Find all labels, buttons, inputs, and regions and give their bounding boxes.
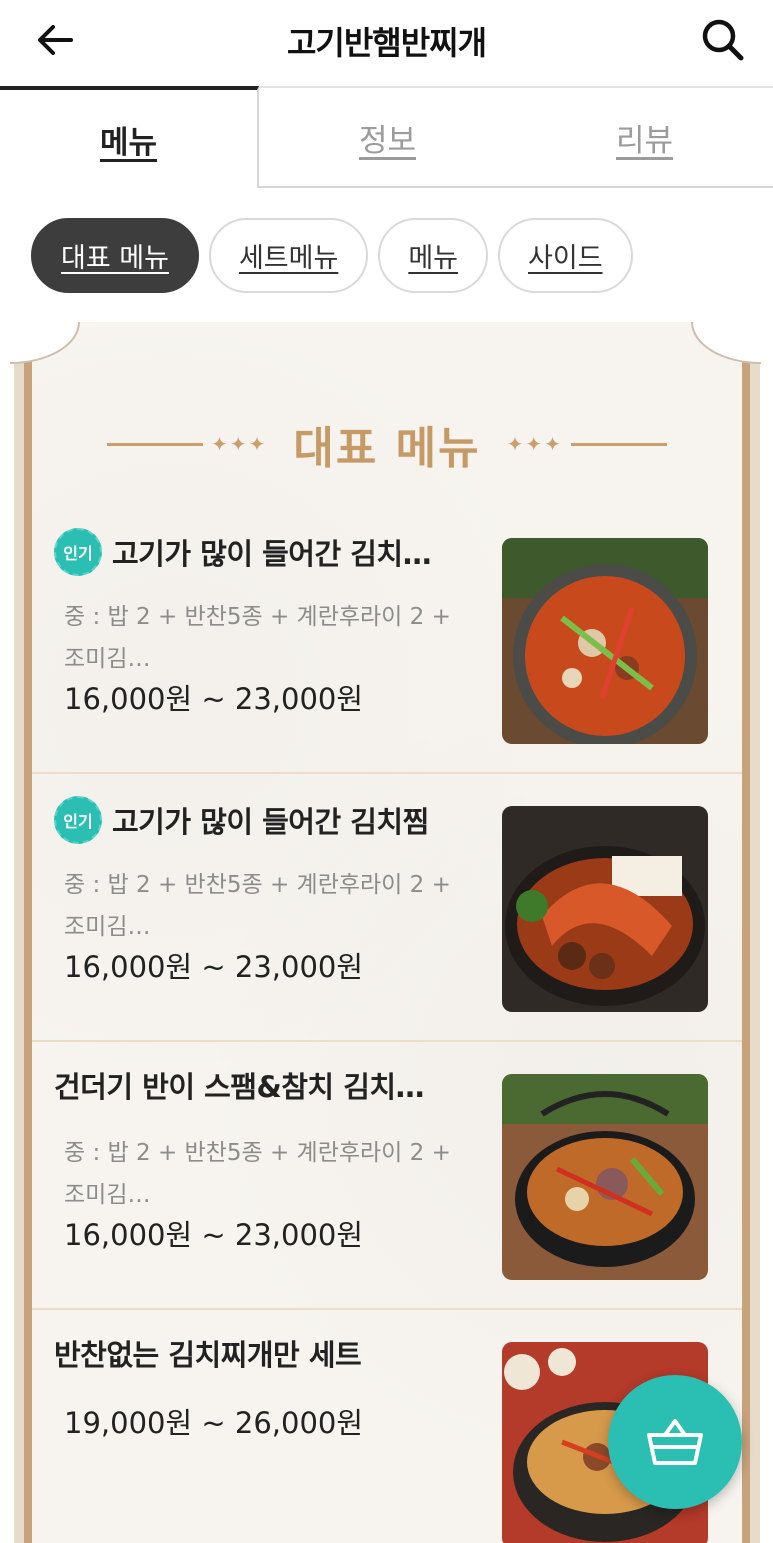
menu-item[interactable]: 건더기 반이 스팸&참치 김치… 중 : 밥 2 + 반찬5종 + 계란후라이 … [32,1042,742,1310]
item-name: 건더기 반이 스팸&참치 김치… [54,1070,425,1104]
item-description: 중 : 밥 2 + 반찬5종 + 계란후라이 2 + 조미김… [64,1140,451,1208]
app-header: 고기반햄반찌개 [0,0,773,86]
menu-item[interactable]: 인기 고기가 많이 들어간 김치… 중 : 밥 2 + 반찬5종 + 계란후라이… [32,506,742,774]
item-name: 고기가 많이 들어간 김치찜 [112,805,429,839]
item-price: 16,000원 ~ 23,000원 [64,950,364,984]
tab-bar: 메뉴 정보 리뷰 [0,86,773,188]
page-title: 고기반햄반찌개 [286,24,487,62]
item-price: 19,000원 ~ 26,000원 [64,1406,364,1440]
title-decoration-right: ✦✦✦ [499,432,667,456]
cart-button[interactable] [608,1375,742,1509]
board-title-row: ✦✦✦ 대표 메뉴 ✦✦✦ [32,412,742,476]
tab-review[interactable]: 리뷰 [516,86,773,188]
item-description: 중 : 밥 2 + 반찬5종 + 계란후라이 2 + 조미김… [64,604,451,672]
title-decoration-left: ✦✦✦ [107,432,275,456]
chip-side[interactable]: 사이드 [498,218,633,293]
item-photo [502,1074,708,1280]
tab-info[interactable]: 정보 [259,86,516,188]
menu-item[interactable]: 인기 고기가 많이 들어간 김치찜 중 : 밥 2 + 반찬5종 + 계란후라이… [32,774,742,1042]
category-chips: 대표 메뉴 세트메뉴 메뉴 사이드 [31,218,633,293]
item-price: 16,000원 ~ 23,000원 [64,682,364,716]
item-name-row: 인기 고기가 많이 들어간 김치… [54,528,474,576]
item-description: 중 : 밥 2 + 반찬5종 + 계란후라이 2 + 조미김… [64,872,451,940]
search-icon [702,19,744,61]
popular-badge: 인기 [54,796,102,844]
item-photo [502,806,708,1012]
item-name-row: 반찬없는 김치찌개만 세트 [54,1332,474,1374]
chip-menu[interactable]: 메뉴 [378,218,489,293]
item-name-row: 건더기 반이 스팸&참치 김치… [54,1064,474,1106]
item-photo [502,538,708,744]
popular-badge: 인기 [54,528,102,576]
shopping-basket-icon [647,1419,703,1465]
search-button[interactable] [697,14,749,66]
chip-signature-menu[interactable]: 대표 메뉴 [31,218,199,293]
item-price: 16,000원 ~ 23,000원 [64,1218,364,1252]
item-name: 반찬없는 김치찌개만 세트 [54,1338,362,1372]
item-name: 고기가 많이 들어간 김치… [112,537,432,571]
item-name-row: 인기 고기가 많이 들어간 김치찜 [54,796,474,844]
board-title: 대표 메뉴 [293,423,481,474]
chip-set-menu[interactable]: 세트메뉴 [208,218,369,293]
tab-menu[interactable]: 메뉴 [0,86,259,188]
